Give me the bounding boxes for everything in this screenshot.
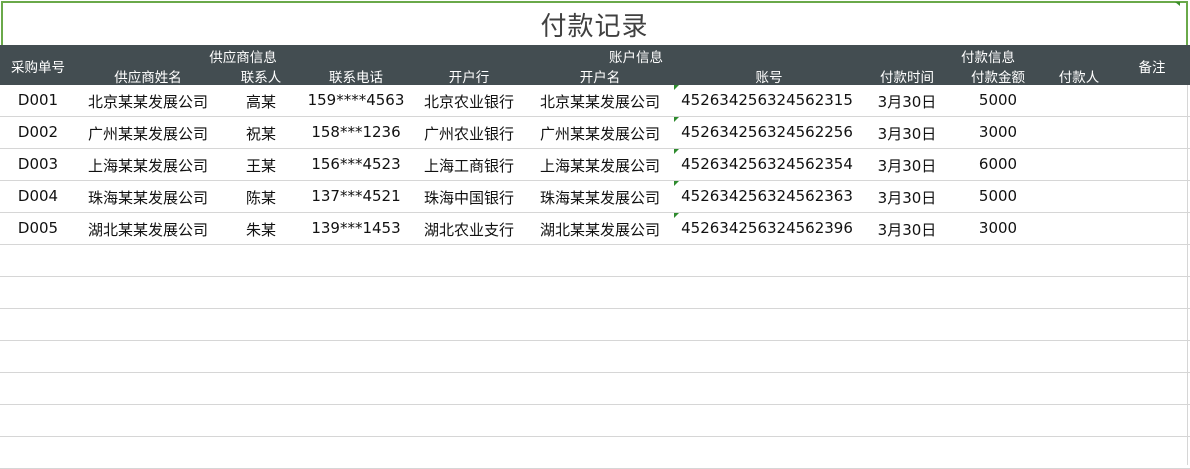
header-payment-group[interactable]: 付款信息 [961, 46, 1015, 66]
empty-row[interactable] [0, 437, 1190, 469]
cell-pay-time[interactable]: 3月30日 [878, 219, 937, 240]
cell-pay-amount[interactable]: 5000 [979, 91, 1017, 109]
cell-pay-amount[interactable]: 3000 [979, 219, 1017, 237]
cell-order-no[interactable]: D004 [18, 187, 58, 205]
cell-phone[interactable]: 137***4521 [311, 187, 400, 205]
cell-order-no[interactable]: D001 [18, 91, 58, 109]
cell-order-no[interactable]: D003 [18, 155, 58, 173]
cell-account-name[interactable]: 北京某某发展公司 [540, 91, 660, 112]
header-phone[interactable]: 联系电话 [329, 66, 383, 86]
number-as-text-indicator-icon [674, 85, 679, 90]
cell-pay-amount[interactable]: 5000 [979, 187, 1017, 205]
cell-supplier-name[interactable]: 北京某某发展公司 [88, 91, 208, 112]
number-as-text-indicator-icon [674, 181, 679, 186]
cell-contact[interactable]: 陈某 [246, 187, 276, 208]
header-supplier-group[interactable]: 供应商信息 [209, 46, 277, 66]
sheet-title-cell[interactable]: 付款记录 [1, 1, 1188, 47]
number-as-text-indicator-icon [674, 149, 679, 154]
header-payer[interactable]: 付款人 [1059, 66, 1100, 86]
table-row[interactable]: D003 上海某某发展公司 王某 156***4523 上海工商银行 上海某某发展公司 45… [0, 149, 1190, 181]
number-as-text-indicator-icon [674, 213, 679, 218]
table-header: 采购单号 供应商信息 供应商姓名 联系人 联系电话 账户信息 开户行 开户名 账… [0, 45, 1190, 86]
cell-order-no[interactable]: D002 [18, 123, 58, 141]
cell-contact[interactable]: 高某 [246, 91, 276, 112]
cell-pay-time[interactable]: 3月30日 [878, 155, 937, 176]
cell-bank[interactable]: 湖北农业支行 [424, 219, 514, 240]
cell-account-no[interactable]: 452634256324562256 [681, 123, 853, 141]
cell-bank[interactable]: 上海工商银行 [424, 155, 514, 176]
empty-row[interactable] [0, 341, 1190, 373]
cell-account-no[interactable]: 452634256324562363 [681, 187, 853, 205]
cell-account-name[interactable]: 珠海某某发展公司 [540, 187, 660, 208]
header-pay-amount[interactable]: 付款金额 [971, 66, 1025, 86]
cell-pay-amount[interactable]: 3000 [979, 123, 1017, 141]
cell-contact[interactable]: 祝某 [246, 123, 276, 144]
cell-indicator-icon [1175, 2, 1180, 6]
number-as-text-indicator-icon [674, 117, 679, 122]
cell-pay-time[interactable]: 3月30日 [878, 187, 937, 208]
grid-line [1187, 85, 1188, 465]
cell-pay-amount[interactable]: 6000 [979, 155, 1017, 173]
header-pay-time[interactable]: 付款时间 [880, 66, 934, 86]
empty-row[interactable] [0, 277, 1190, 309]
cell-supplier-name[interactable]: 广州某某发展公司 [88, 123, 208, 144]
cell-account-no[interactable]: 452634256324562396 [681, 219, 853, 237]
table-row[interactable]: D005 湖北某某发展公司 朱某 139***1453 湖北农业支行 湖北某某发展公司 45… [0, 213, 1190, 245]
cell-pay-time[interactable]: 3月30日 [878, 91, 937, 112]
header-bank[interactable]: 开户行 [449, 66, 490, 86]
cell-bank[interactable]: 珠海中国银行 [424, 187, 514, 208]
empty-row[interactable] [0, 245, 1190, 277]
empty-row[interactable] [0, 373, 1190, 405]
cell-account-name[interactable]: 湖北某某发展公司 [540, 219, 660, 240]
header-order-no[interactable]: 采购单号 [11, 56, 65, 76]
cell-account-no[interactable]: 452634256324562315 [681, 91, 853, 109]
table-row[interactable]: D001 北京某某发展公司 高某 159****4563 北京农业银行 北京某某发展公司 4… [0, 85, 1190, 117]
table-row[interactable]: D002 广州某某发展公司 祝某 158***1236 广州农业银行 广州某某发展公司 45… [0, 117, 1190, 149]
cell-phone[interactable]: 139***1453 [311, 219, 400, 237]
cell-phone[interactable]: 159****4563 [308, 91, 405, 109]
cell-bank[interactable]: 北京农业银行 [424, 91, 514, 112]
cell-phone[interactable]: 156***4523 [311, 155, 400, 173]
cell-order-no[interactable]: D005 [18, 219, 58, 237]
cell-account-name[interactable]: 上海某某发展公司 [540, 155, 660, 176]
header-contact[interactable]: 联系人 [241, 66, 282, 86]
header-account-no[interactable]: 账号 [756, 66, 783, 86]
page-title: 付款记录 [540, 11, 649, 42]
cell-supplier-name[interactable]: 湖北某某发展公司 [88, 219, 208, 240]
cell-phone[interactable]: 158***1236 [311, 123, 400, 141]
table-row[interactable]: D004 珠海某某发展公司 陈某 137***4521 珠海中国银行 珠海某某发展公司 45… [0, 181, 1190, 213]
header-supplier-name[interactable]: 供应商姓名 [114, 66, 182, 86]
header-account-name[interactable]: 开户名 [580, 66, 621, 86]
cell-pay-time[interactable]: 3月30日 [878, 123, 937, 144]
cell-supplier-name[interactable]: 上海某某发展公司 [88, 155, 208, 176]
empty-row[interactable] [0, 405, 1190, 437]
cell-contact[interactable]: 朱某 [246, 219, 276, 240]
header-account-group[interactable]: 账户信息 [609, 46, 663, 66]
cell-contact[interactable]: 王某 [246, 155, 276, 176]
empty-row[interactable] [0, 309, 1190, 341]
cell-account-no[interactable]: 452634256324562354 [681, 155, 853, 173]
cell-account-name[interactable]: 广州某某发展公司 [540, 123, 660, 144]
cell-supplier-name[interactable]: 珠海某某发展公司 [88, 187, 208, 208]
cell-bank[interactable]: 广州农业银行 [424, 123, 514, 144]
header-remark[interactable]: 备注 [1139, 56, 1166, 76]
